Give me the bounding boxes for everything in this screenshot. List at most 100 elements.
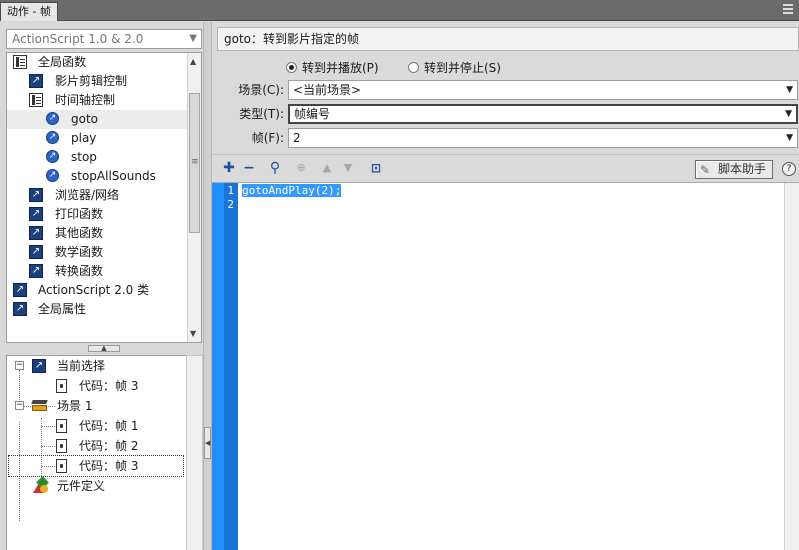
- action-box-icon: ↗: [13, 302, 27, 316]
- toolbox-item-global-properties[interactable]: ↗ 全局属性: [7, 300, 187, 319]
- frame-icon: [56, 459, 67, 473]
- toolbox-item-label: 时间轴控制: [55, 93, 116, 107]
- move-down-icon[interactable]: ▼: [339, 159, 357, 177]
- toolbox-item-browser-network[interactable]: ↗ 浏览器/网络: [7, 186, 187, 205]
- toolbox-item-stop[interactable]: ↗ stop: [7, 148, 187, 167]
- toolbox-item-timeline-control[interactable]: 时间轴控制: [7, 91, 187, 110]
- insert-target-icon[interactable]: ⊡: [367, 159, 385, 177]
- toolbox-scrollbar[interactable]: ▲ ≡ ▼: [187, 53, 201, 342]
- action-box-icon: ↗: [13, 283, 27, 297]
- action-circle-icon: ↗: [46, 169, 59, 182]
- frame-label: 帧(F):: [251, 131, 284, 145]
- nav-item-scene-frame-2[interactable]: 代码：帧 2: [7, 436, 185, 456]
- actions-toolbox-panel: ActionScript 1.0 & 2.0 ▼ 全局函数 ↗ 影片剪辑控制 时…: [0, 22, 203, 550]
- nav-item-label: 当前选择: [57, 359, 106, 373]
- action-editor-panel: goto：转到影片指定的帧 转到并播放(P) 转到并停止(S) 场景(C): <…: [212, 22, 799, 550]
- toolbox-item-label: 转换函数: [55, 264, 104, 278]
- collapse-icon[interactable]: −: [15, 401, 24, 410]
- radio-selected-icon: [286, 62, 297, 73]
- script-assist-button[interactable]: ✎ 脚本助手: [695, 160, 773, 179]
- frame-icon: [56, 379, 67, 393]
- book-icon: [13, 55, 27, 69]
- grip-icon: ≡: [191, 157, 199, 167]
- action-box-icon: ↗: [29, 188, 43, 202]
- panel-tab[interactable]: 动作 - 帧: [0, 2, 58, 21]
- panel-splitter-handle[interactable]: ▲: [88, 345, 120, 352]
- toolbox-item-label: 影片剪辑控制: [55, 74, 128, 88]
- type-select[interactable]: 帧编号 ▼: [288, 104, 798, 124]
- toolbox-item-label: 浏览器/网络: [55, 188, 120, 202]
- action-box-icon: ↗: [29, 74, 43, 88]
- add-icon[interactable]: ✚: [220, 159, 238, 177]
- toolbox-item-movieclip-control[interactable]: ↗ 影片剪辑控制: [7, 72, 187, 91]
- navigator-scrollbar[interactable]: [186, 355, 203, 550]
- toolbox-item-label: stop: [71, 150, 97, 164]
- toolbox-item-label: 全局函数: [38, 55, 87, 69]
- scene-select[interactable]: <当前场景> ▼: [288, 80, 798, 100]
- nav-item-scene-frame-3[interactable]: 代码：帧 3: [8, 455, 184, 477]
- find-icon[interactable]: ⚲: [266, 159, 284, 177]
- toolbox-item-print-functions[interactable]: ↗ 打印函数: [7, 205, 187, 224]
- wand-icon: ✎: [700, 163, 711, 177]
- chevron-down-icon: ▼: [785, 109, 792, 119]
- action-box-icon: ↗: [29, 207, 43, 221]
- radio-unselected-icon: [408, 62, 419, 73]
- nav-item-label: 代码：帧 2: [79, 439, 139, 453]
- editor-scrollbar[interactable]: [784, 183, 799, 550]
- toolbox-item-conversion-functions[interactable]: ↗ 转换函数: [7, 262, 187, 281]
- toolbox-item-label: play: [71, 131, 97, 145]
- target-icon[interactable]: ⊕: [292, 159, 310, 177]
- book-icon: [29, 93, 43, 107]
- nav-item-current-frame-3[interactable]: 代码：帧 3: [7, 376, 185, 396]
- toolbox-item-stopallsounds[interactable]: ↗ stopAllSounds: [7, 167, 187, 186]
- selected-code: gotoAndPlay(2);: [242, 184, 342, 197]
- line-number: 1: [227, 184, 234, 197]
- line-number-gutter: 1 2: [212, 183, 238, 550]
- scroll-down-icon[interactable]: ▼: [190, 329, 196, 338]
- nav-item-label: 代码：帧 3: [79, 379, 139, 393]
- frame-select[interactable]: 2 ▼: [288, 128, 798, 148]
- help-icon[interactable]: ?: [782, 162, 796, 176]
- toolbox-item-global-functions[interactable]: 全局函数: [7, 53, 187, 72]
- radio-label: 转到并停止(S): [424, 61, 501, 75]
- collapse-icon[interactable]: −: [15, 361, 24, 370]
- code-area[interactable]: gotoAndPlay(2);: [242, 184, 342, 212]
- chevron-down-icon: ▼: [189, 33, 197, 44]
- move-up-icon[interactable]: ▲: [318, 159, 336, 177]
- toolbox-item-label: ActionScript 2.0 类: [38, 283, 150, 297]
- panel-menu-icon[interactable]: [783, 4, 793, 16]
- code-line: gotoAndPlay(2);: [242, 184, 342, 198]
- toolbox-item-label: 其他函数: [55, 226, 104, 240]
- toolbox-item-misc-functions[interactable]: ↗ 其他函数: [7, 224, 187, 243]
- action-box-icon: ↗: [32, 359, 46, 373]
- script-navigator-tree: − ↗ 当前选择 代码：帧 3 − 场景 1 代码：帧 1 代码：帧 2 代码：…: [6, 355, 186, 550]
- scene-select-value: <当前场景>: [293, 83, 362, 97]
- actionscript-version-dropdown[interactable]: ActionScript 1.0 & 2.0 ▼: [6, 29, 202, 49]
- toolbox-item-goto[interactable]: ↗ goto: [7, 110, 187, 129]
- nav-item-label: 元件定义: [57, 479, 106, 493]
- nav-item-label: 代码：帧 3: [79, 459, 139, 473]
- editor-toolbar: ✚ − ⚲ ⊕ ▲ ▼ ⊡ ✎ 脚本助手 ?: [212, 154, 799, 182]
- toolbox-item-label: 数学函数: [55, 245, 104, 259]
- collapse-left-icon[interactable]: ◀: [204, 427, 211, 459]
- toolbox-item-play[interactable]: ↗ play: [7, 129, 187, 148]
- toolbox-item-as2-classes[interactable]: ↗ ActionScript 2.0 类: [7, 281, 187, 300]
- gutter-band: [224, 183, 238, 550]
- nav-item-scene-frame-1[interactable]: 代码：帧 1: [7, 416, 185, 436]
- toolbox-item-math-functions[interactable]: ↗ 数学函数: [7, 243, 187, 262]
- chevron-down-icon: ▼: [786, 133, 793, 143]
- script-editor[interactable]: 1 2 gotoAndPlay(2);: [212, 182, 799, 550]
- vertical-splitter[interactable]: ◀: [203, 22, 212, 550]
- nav-item-symbol-definitions[interactable]: 元件定义: [7, 476, 185, 496]
- nav-item-current-selection[interactable]: − ↗ 当前选择: [7, 356, 185, 376]
- delete-icon[interactable]: −: [240, 159, 258, 177]
- toolbox-item-label: stopAllSounds: [71, 169, 156, 183]
- scroll-up-icon[interactable]: ▲: [190, 57, 196, 66]
- nav-item-scene-1[interactable]: − 场景 1: [7, 396, 185, 416]
- scene-icon: [31, 398, 49, 412]
- nav-item-label: 代码：帧 1: [79, 419, 139, 433]
- type-select-value: 帧编号: [294, 107, 331, 121]
- version-dropdown-value: ActionScript 1.0 & 2.0: [12, 32, 144, 46]
- frame-icon: [56, 439, 67, 453]
